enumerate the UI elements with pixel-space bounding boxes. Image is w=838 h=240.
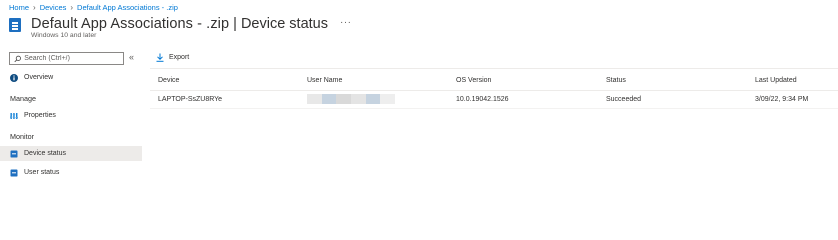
redaction-block bbox=[307, 94, 322, 104]
title-separator: | bbox=[233, 16, 237, 32]
sidebar-item-label: Overview bbox=[24, 74, 54, 81]
page-header: Default App Associations - .zip | Device… bbox=[9, 16, 351, 39]
redaction-block bbox=[336, 94, 352, 104]
device-status-table: Device User Name OS Version Status Last … bbox=[150, 72, 838, 109]
redacted-user-name bbox=[307, 94, 396, 104]
sidebar-item-label: Properties bbox=[24, 112, 56, 119]
breadcrumb-app[interactable]: Default App Associations - .zip bbox=[77, 3, 178, 12]
cell-device: LAPTOP-SsZU8RYe bbox=[150, 90, 299, 109]
column-header-last-updated[interactable]: Last Updated bbox=[747, 72, 838, 91]
cell-status: Succeeded bbox=[598, 90, 747, 109]
search-icon bbox=[14, 55, 21, 62]
column-header-device[interactable]: Device bbox=[150, 72, 299, 91]
breadcrumb-separator: › bbox=[33, 3, 36, 12]
redaction-block bbox=[380, 94, 396, 104]
redaction-block bbox=[351, 94, 366, 104]
section-monitor: Monitor bbox=[10, 132, 34, 141]
cell-os-version: 10.0.19042.1526 bbox=[448, 90, 598, 109]
properties-icon bbox=[10, 112, 18, 120]
export-label: Export bbox=[169, 54, 190, 61]
export-button[interactable]: Export bbox=[156, 53, 189, 62]
breadcrumb-devices[interactable]: Devices bbox=[40, 3, 67, 12]
sidebar-item-properties[interactable]: Properties bbox=[0, 108, 142, 123]
toolbar-divider bbox=[150, 68, 838, 69]
sidebar-item-label: Device status bbox=[24, 150, 67, 157]
user-status-icon bbox=[10, 169, 18, 177]
download-icon bbox=[156, 53, 164, 62]
section-manage: Manage bbox=[10, 94, 36, 103]
breadcrumb-home[interactable]: Home bbox=[9, 3, 29, 12]
more-options-icon[interactable]: ··· bbox=[340, 17, 352, 28]
collapse-sidebar-button[interactable]: « bbox=[129, 52, 134, 62]
platform-label: Windows 10 and later bbox=[31, 32, 97, 39]
page-title: Default App Associations - .zip bbox=[31, 16, 230, 32]
sidebar-item-overview[interactable]: Overview bbox=[0, 70, 142, 85]
sidebar-item-label: User status bbox=[24, 169, 60, 176]
table-row[interactable]: LAPTOP-SsZU8RYe 10.0.19042.1526 Succeede… bbox=[150, 90, 838, 109]
breadcrumb-separator: › bbox=[70, 3, 74, 12]
breadcrumb: Home › Devices › Default App Association… bbox=[9, 3, 178, 12]
info-icon bbox=[10, 73, 18, 82]
search-box[interactable] bbox=[9, 52, 124, 65]
column-header-status[interactable]: Status bbox=[598, 72, 747, 91]
sidebar-item-device-status[interactable]: Device status bbox=[0, 146, 142, 161]
column-header-user-name[interactable]: User Name bbox=[299, 72, 448, 91]
page-subtitle: Device status bbox=[240, 16, 328, 32]
sidebar-item-user-status[interactable]: User status bbox=[0, 165, 142, 180]
redaction-block bbox=[321, 94, 337, 104]
table-header-row: Device User Name OS Version Status Last … bbox=[150, 72, 838, 91]
search-input[interactable] bbox=[24, 55, 123, 62]
device-status-icon bbox=[10, 150, 18, 158]
app-package-icon bbox=[9, 18, 22, 33]
cell-user-name bbox=[299, 90, 448, 109]
cell-last-updated: 3/09/22, 9:34 PM bbox=[747, 90, 838, 109]
column-header-os-version[interactable]: OS Version bbox=[448, 72, 598, 91]
redaction-block bbox=[365, 94, 381, 104]
